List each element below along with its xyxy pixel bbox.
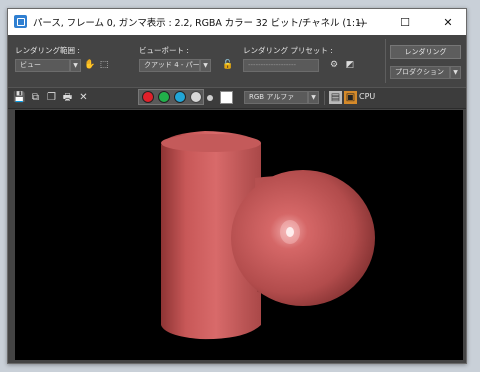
viewport-dropdown[interactable]: クアッド 4 - パース	[139, 59, 200, 72]
red-channel-toggle[interactable]	[142, 91, 154, 103]
render-mode-dropdown-arrow[interactable]: ▼	[450, 66, 461, 79]
branch-pipe-bulb	[231, 170, 375, 306]
swatch-icon[interactable]	[220, 91, 233, 104]
render-area-dropdown[interactable]: ビュー	[15, 59, 70, 72]
minimize-button[interactable]: —	[346, 12, 378, 32]
rendered-pipe-tee	[161, 131, 375, 340]
print-icon[interactable]: 🖶	[61, 91, 74, 104]
save-image-icon[interactable]: 💾	[13, 91, 26, 104]
window-title: パース, フレーム 0, ガンマ表示 : 2.2, RGBA カラー 32 ビッ…	[33, 18, 365, 29]
environment-effects-icon[interactable]: ◩	[344, 59, 356, 71]
maximize-button[interactable]: ☐	[389, 12, 421, 32]
preset-label: レンダリング プリセット :	[243, 46, 333, 55]
blue-channel-toggle[interactable]	[174, 91, 186, 103]
render-button[interactable]: レンダリング	[390, 45, 461, 59]
pan-hand-icon[interactable]: ✋	[84, 59, 96, 71]
clear-icon[interactable]: ✕	[77, 91, 90, 104]
close-button[interactable]: ✕	[432, 12, 464, 32]
render-settings-panel: レンダリング範囲 : ビュー ▼ ✋ ⬚ ビューポート : クアッド 4 - パ…	[8, 35, 466, 87]
lock-icon[interactable]: 🔓	[222, 59, 234, 71]
green-channel-toggle[interactable]	[158, 91, 170, 103]
monochrome-toggle[interactable]	[207, 95, 213, 101]
render-area-dropdown-arrow[interactable]: ▼	[70, 59, 81, 72]
toggle-ui-overlay-icon[interactable]: ▤	[329, 91, 342, 104]
channel-display-dropdown[interactable]: RGB アルファ	[244, 91, 308, 104]
render-frame-window: パース, フレーム 0, ガンマ表示 : 2.2, RGBA カラー 32 ビッ…	[7, 8, 467, 364]
render-mode-dropdown[interactable]: プロダクション	[390, 66, 450, 79]
render-area-label: レンダリング範囲 :	[15, 46, 80, 55]
frame-toolbar: 💾 ⧉ ❐ 🖶 ✕ RGB アルファ ▼ ▤ ▣ CPU	[8, 87, 466, 109]
vertical-pipe-top	[161, 134, 261, 152]
render-setup-icon[interactable]: ⚙	[328, 59, 340, 71]
specular-glow	[280, 220, 300, 244]
toolbar-divider	[324, 91, 325, 105]
toggle-ui-icon[interactable]: ▣	[344, 91, 357, 104]
viewport-label: ビューポート :	[139, 46, 189, 55]
alpha-channel-toggle[interactable]	[190, 91, 202, 103]
region-select-icon[interactable]: ⬚	[98, 59, 110, 71]
copy-image-icon[interactable]: ⧉	[29, 91, 42, 104]
viewport-dropdown-arrow[interactable]: ▼	[200, 59, 211, 72]
preset-dropdown[interactable]: -------------------	[243, 59, 319, 72]
clone-frame-icon[interactable]: ❐	[45, 91, 58, 104]
app-icon	[14, 15, 27, 28]
channel-display-dropdown-arrow[interactable]: ▼	[308, 91, 319, 104]
panel-divider	[385, 39, 386, 83]
cpu-label: CPU	[359, 92, 376, 101]
title-bar: パース, フレーム 0, ガンマ表示 : 2.2, RGBA カラー 32 ビッ…	[8, 9, 466, 35]
render-viewport[interactable]	[15, 110, 463, 360]
